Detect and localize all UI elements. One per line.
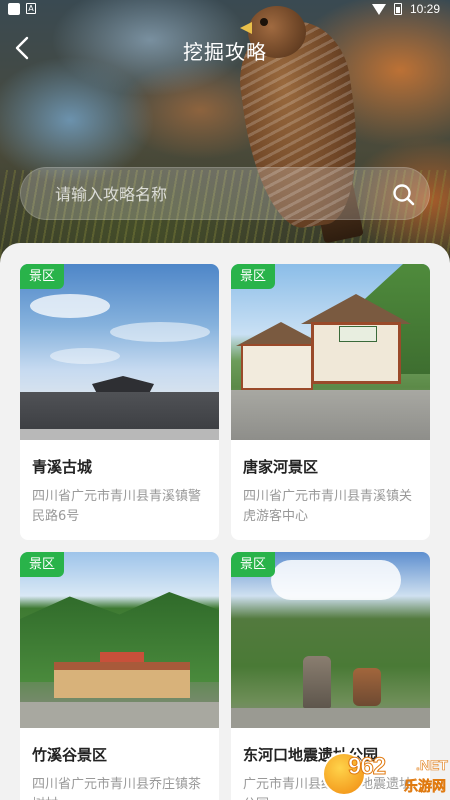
search-bar bbox=[20, 167, 430, 221]
notification-icon bbox=[8, 3, 20, 15]
site-watermark: 962 .NET 乐游网 bbox=[322, 750, 448, 798]
strategy-card[interactable]: 景区 唐家河景区 四川省广元市青川县青溪镇关虎游客中心 bbox=[231, 264, 430, 540]
app-notification-icon: A bbox=[26, 3, 36, 14]
search-input[interactable] bbox=[55, 168, 375, 221]
card-photo: 景区 bbox=[20, 552, 219, 728]
category-badge: 景区 bbox=[20, 264, 65, 289]
card-address: 四川省广元市青川县青溪镇警民路6号 bbox=[32, 489, 202, 524]
category-badge: 景区 bbox=[20, 552, 65, 577]
card-address: 四川省广元市青川县青溪镇关虎游客中心 bbox=[243, 489, 413, 524]
card-title: 唐家河景区 bbox=[243, 458, 319, 476]
strategy-card[interactable]: 景区 青溪古城 四川省广元市青川县青溪镇警民路6号 bbox=[20, 264, 219, 540]
card-title: 青溪古城 bbox=[32, 458, 93, 476]
card-photo: 景区 bbox=[20, 264, 219, 440]
wifi-icon bbox=[371, 3, 386, 15]
page-title: 挖掘攻略 bbox=[183, 40, 267, 64]
strategy-card[interactable]: 景区 竹溪谷景区 四川省广元市青川县乔庄镇茶树村 bbox=[20, 552, 219, 800]
search-icon[interactable] bbox=[391, 182, 417, 208]
card-photo: 景区 bbox=[231, 552, 430, 728]
watermark-label: 乐游网 bbox=[404, 779, 447, 796]
watermark-suffix: .NET bbox=[416, 757, 448, 774]
watermark-number: 962 bbox=[347, 753, 386, 781]
status-time: 10:29 bbox=[409, 2, 440, 16]
battery-icon bbox=[393, 3, 402, 15]
category-badge: 景区 bbox=[231, 264, 276, 289]
card-title: 竹溪谷景区 bbox=[32, 746, 108, 764]
category-badge: 景区 bbox=[231, 552, 276, 577]
status-bar: A 10:29 bbox=[0, 0, 450, 20]
strategy-list-panel: 景区 青溪古城 四川省广元市青川县青溪镇警民路6号 景区 唐家河景区 四川省广元… bbox=[0, 243, 450, 800]
card-photo: 景区 bbox=[231, 264, 430, 440]
card-address: 四川省广元市青川县乔庄镇茶树村 bbox=[32, 777, 202, 800]
